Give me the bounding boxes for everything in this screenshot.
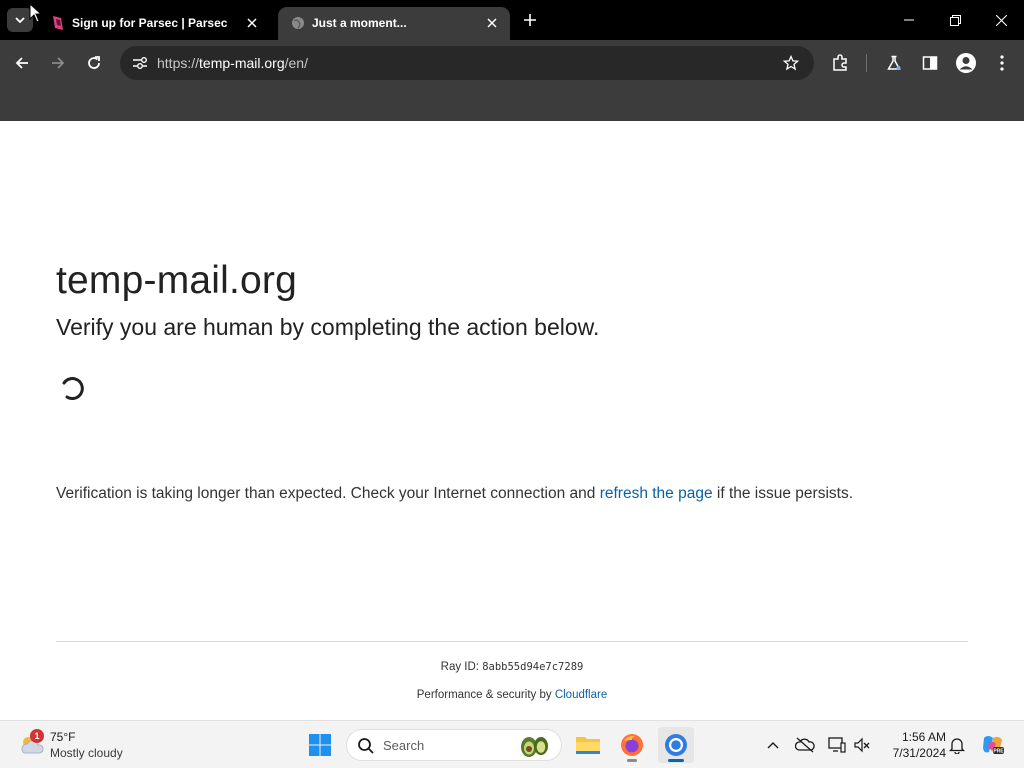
system-clock[interactable]: 1:56 AM 7/31/2024 bbox=[880, 729, 946, 761]
taskbar-file-explorer[interactable] bbox=[570, 727, 606, 763]
url-scheme: https:// bbox=[157, 55, 200, 71]
running-indicator bbox=[627, 759, 637, 762]
taskbar-firefox[interactable] bbox=[614, 727, 650, 763]
clock-time: 1:56 AM bbox=[901, 730, 946, 744]
tab-strip: Sign up for Parsec | Parsec Just a momen… bbox=[0, 0, 1024, 40]
performance-label: Performance & security by bbox=[416, 689, 555, 701]
site-settings-icon[interactable] bbox=[128, 51, 152, 75]
weather-condition: Mostly cloudy bbox=[50, 746, 123, 760]
start-button[interactable] bbox=[302, 727, 338, 763]
globe-icon bbox=[290, 15, 306, 31]
taskbar: 1 75°F Mostly cloudy Search 1:56 AM 7/31… bbox=[0, 720, 1024, 768]
tab-title: Sign up for Parsec | Parsec bbox=[72, 16, 228, 30]
side-panel-icon bbox=[922, 56, 938, 70]
labs-button[interactable] bbox=[880, 49, 908, 77]
page-title: temp-mail.org bbox=[56, 259, 297, 302]
restore-icon bbox=[949, 14, 961, 26]
tab-parsec[interactable]: Sign up for Parsec | Parsec bbox=[38, 7, 270, 40]
forward-button[interactable] bbox=[44, 49, 72, 77]
message-text-after: if the issue persists. bbox=[712, 485, 854, 502]
close-tab-icon[interactable] bbox=[242, 13, 262, 33]
minimize-icon bbox=[904, 19, 914, 21]
arrow-right-icon bbox=[52, 57, 65, 69]
reload-button[interactable] bbox=[80, 49, 108, 77]
volume-muted-icon[interactable] bbox=[851, 734, 873, 756]
windows-logo-icon bbox=[309, 734, 331, 756]
weather-widget[interactable]: 1 75°F Mostly cloudy bbox=[14, 727, 154, 763]
search-placeholder: Search bbox=[383, 738, 425, 753]
cloudflare-link[interactable]: Cloudflare bbox=[555, 689, 607, 701]
mouse-cursor-icon bbox=[29, 3, 43, 23]
back-button[interactable] bbox=[8, 49, 36, 77]
close-icon bbox=[995, 14, 1007, 26]
avocado-search-highlight-icon bbox=[521, 737, 548, 757]
weather-alert-badge: 1 bbox=[30, 729, 44, 743]
chrome-icon bbox=[665, 734, 687, 756]
puzzle-icon bbox=[833, 54, 847, 71]
folder-icon bbox=[576, 737, 600, 754]
url-text: https://temp-mail.org/en/ bbox=[157, 55, 308, 71]
chevron-down-icon bbox=[15, 17, 25, 24]
network-icon[interactable] bbox=[826, 734, 848, 756]
bookmarks-bar bbox=[0, 86, 1024, 121]
refresh-page-link[interactable]: refresh the page bbox=[600, 485, 713, 502]
close-tab-icon[interactable] bbox=[482, 13, 502, 33]
footer-divider bbox=[56, 641, 968, 642]
minimize-button[interactable] bbox=[886, 0, 932, 40]
ray-id-label: Ray ID: bbox=[440, 661, 483, 673]
parsec-logo-icon bbox=[50, 15, 66, 31]
plus-icon bbox=[524, 14, 536, 26]
copilot-icon[interactable]: PRE bbox=[980, 734, 1006, 756]
new-tab-button[interactable] bbox=[518, 8, 542, 32]
flask-icon bbox=[887, 55, 901, 70]
arrow-left-icon bbox=[15, 57, 28, 69]
ray-id-line: Ray ID: 8abb55d94e7c7289 bbox=[0, 661, 1024, 673]
address-bar[interactable]: https://temp-mail.org/en/ bbox=[120, 46, 814, 80]
onedrive-icon[interactable] bbox=[794, 734, 816, 756]
url-path: /en/ bbox=[284, 55, 308, 71]
url-host: temp-mail.org bbox=[199, 55, 285, 71]
menu-button[interactable] bbox=[988, 49, 1016, 77]
tab-just-a-moment[interactable]: Just a moment... bbox=[278, 7, 510, 40]
ray-id-value: 8abb55d94e7c7289 bbox=[482, 661, 584, 673]
browser-toolbar: https://temp-mail.org/en/ bbox=[0, 40, 1024, 86]
performance-security-line: Performance & security by Cloudflare bbox=[0, 689, 1024, 701]
more-vertical-icon bbox=[1000, 55, 1004, 71]
clock-date: 7/31/2024 bbox=[892, 746, 946, 760]
chevron-up-icon bbox=[767, 742, 779, 749]
taskbar-search[interactable]: Search bbox=[346, 729, 562, 761]
message-text-before: Verification is taking longer than expec… bbox=[56, 485, 600, 502]
restore-button[interactable] bbox=[932, 0, 978, 40]
close-window-button[interactable] bbox=[978, 0, 1024, 40]
loading-spinner-icon bbox=[62, 377, 84, 401]
firefox-icon bbox=[621, 734, 643, 756]
verification-message: Verification is taking longer than expec… bbox=[56, 485, 853, 503]
reload-icon bbox=[88, 56, 100, 69]
extensions-button[interactable] bbox=[826, 49, 854, 77]
search-icon bbox=[358, 738, 374, 754]
weather-temperature: 75°F bbox=[50, 730, 76, 744]
notification-bell-icon[interactable] bbox=[946, 734, 968, 756]
svg-text:PRE: PRE bbox=[993, 749, 1004, 755]
tab-title: Just a moment... bbox=[312, 16, 407, 30]
taskbar-chrome[interactable] bbox=[658, 727, 694, 763]
avatar-icon bbox=[956, 53, 976, 73]
active-indicator bbox=[668, 759, 684, 762]
toolbar-separator bbox=[866, 54, 867, 72]
show-hidden-icons-button[interactable] bbox=[762, 734, 784, 756]
side-panel-button[interactable] bbox=[916, 49, 944, 77]
verify-heading: Verify you are human by completing the a… bbox=[56, 314, 600, 340]
page-content: temp-mail.org Verify you are human by co… bbox=[0, 121, 1024, 720]
profile-button[interactable] bbox=[952, 49, 980, 77]
bookmark-star-icon[interactable] bbox=[780, 52, 802, 74]
